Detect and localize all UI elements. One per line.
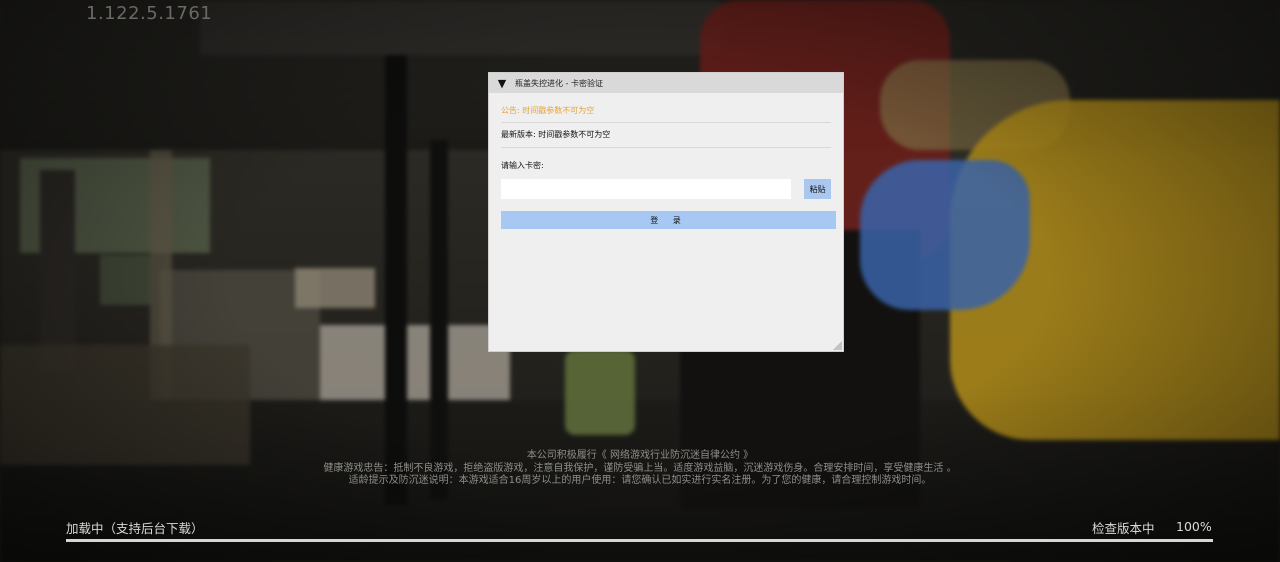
version-label: 1.122.5.1761 [86, 3, 213, 24]
latest-version-text: 最新版本: 时间戳参数不可为空 [501, 123, 831, 148]
loading-percent: 100% [1176, 519, 1212, 534]
login-button[interactable]: 登 录 [501, 211, 836, 229]
loading-progress-bar [66, 539, 1213, 542]
notice-line-health: 健康游戏忠告：抵制不良游戏，拒绝盗版游戏，注意自我保护，谨防受骗上当。适度游戏益… [323, 462, 957, 474]
resize-grip-icon[interactable] [833, 341, 842, 350]
loading-progress-fill [66, 539, 1213, 542]
anti-addiction-notice: 本公司积极履行《 网络游戏行业防沉迷自律公约 》 健康游戏忠告：抵制不良游戏，拒… [0, 450, 1280, 488]
notice-line-pledge: 本公司积极履行《 网络游戏行业防沉迷自律公约 》 [526, 450, 754, 461]
dialog-title: 瓶盖失控进化 - 卡密验证 [515, 78, 603, 88]
announcement-text: 公告: 时间戳参数不可为空 [501, 93, 831, 123]
loading-status: 检查版本中 [1092, 521, 1155, 536]
card-verify-dialog: ▼ 瓶盖失控进化 - 卡密验证 公告: 时间戳参数不可为空 最新版本: 时间戳参… [488, 72, 844, 352]
collapse-arrow-icon[interactable]: ▼ [489, 77, 515, 90]
card-key-label: 请输入卡密: [501, 161, 544, 170]
loading-label: 加载中（支持后台下载） [66, 521, 204, 536]
card-key-input[interactable] [501, 179, 792, 199]
dialog-titlebar[interactable]: ▼ 瓶盖失控进化 - 卡密验证 [489, 73, 843, 93]
notice-line-age: 适龄提示及防沉迷说明：本游戏适合16周岁以上的用户使用：请您确认已如实进行实名注… [348, 475, 932, 486]
paste-button[interactable]: 粘贴 [804, 179, 831, 199]
game-launcher-screen: 1.122.5.1761 ▼ 瓶盖失控进化 - 卡密验证 公告: 时间戳参数不可… [0, 0, 1280, 562]
